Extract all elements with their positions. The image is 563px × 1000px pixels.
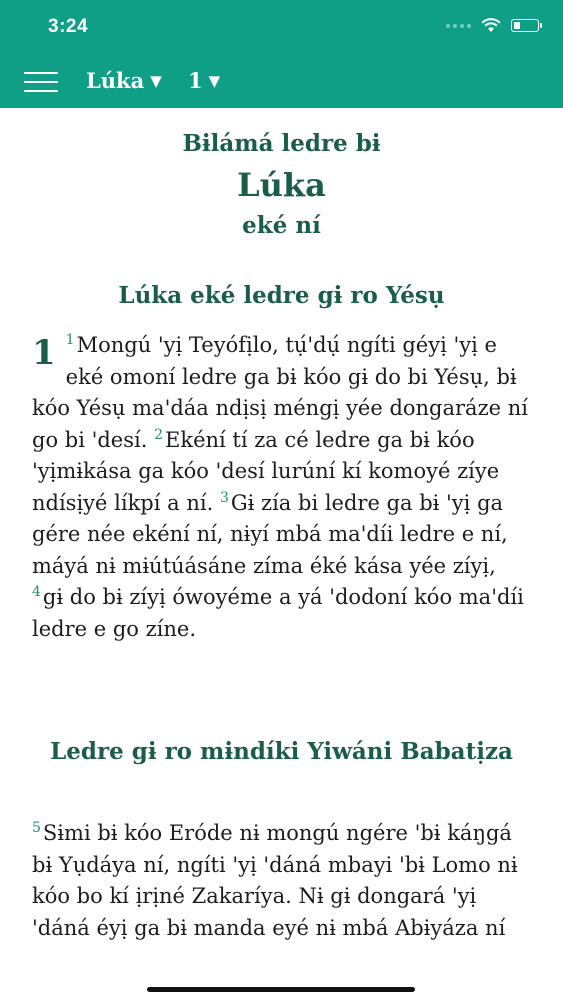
hamburger-menu-icon[interactable] (24, 69, 58, 95)
book-heading-line1: Bɨlámá ledre bɨ (182, 130, 381, 157)
top-nav-bar: Lúka ▼ 1 ▼ (0, 56, 563, 108)
verse-text: Sɨmi bɨ kóo Eróde nɨ mongú ngére 'bɨ káŋ… (32, 821, 518, 940)
status-icons (446, 18, 542, 33)
wifi-icon (481, 18, 501, 32)
cellular-signal-icon (446, 23, 471, 28)
verse-number[interactable]: 5 (32, 820, 41, 836)
section-title: Lúka eké ledre gɨ ro Yésụ (118, 282, 445, 309)
book-name: Lúka (86, 68, 145, 93)
battery-icon (511, 19, 542, 32)
book-selector[interactable]: Lúka ▼ (86, 68, 162, 93)
verse-number[interactable]: 4 (32, 584, 41, 600)
status-time: 3:24 (48, 16, 89, 37)
scripture-content[interactable]: Bɨlámá ledre bɨ Lúka eké ní Lúka eké led… (0, 108, 563, 1000)
verse-text: gɨ do bɨ zíyị ówoyéme a yá 'dodoní kóo m… (32, 585, 524, 641)
paragraph: 1 1Mongú 'yị Teyófịlo, tụ́'dụ́ ngíti géy… (32, 330, 532, 645)
chapter-drop-number: 1 (32, 333, 56, 373)
chapter-dropdown-icon: ▼ (208, 72, 221, 90)
verse-number[interactable]: 2 (154, 427, 163, 443)
book-heading-line3: eké ní (242, 212, 321, 239)
home-indicator[interactable] (147, 987, 415, 992)
section-title: Ledre gɨ ro mɨndíki Yiwáni Babatịza (50, 738, 513, 765)
chapter-number: 1 (188, 68, 203, 93)
book-dropdown-icon: ▼ (150, 72, 162, 90)
chapter-selector[interactable]: 1 ▼ (188, 68, 220, 93)
verse-number[interactable]: 1 (66, 332, 75, 348)
paragraph: 5Sɨmi bɨ kóo Eróde nɨ mongú ngére 'bɨ ká… (32, 818, 532, 944)
status-bar: 3:24 (0, 0, 563, 56)
book-heading-title: Lúka (237, 166, 326, 204)
verse-number[interactable]: 3 (220, 490, 229, 506)
